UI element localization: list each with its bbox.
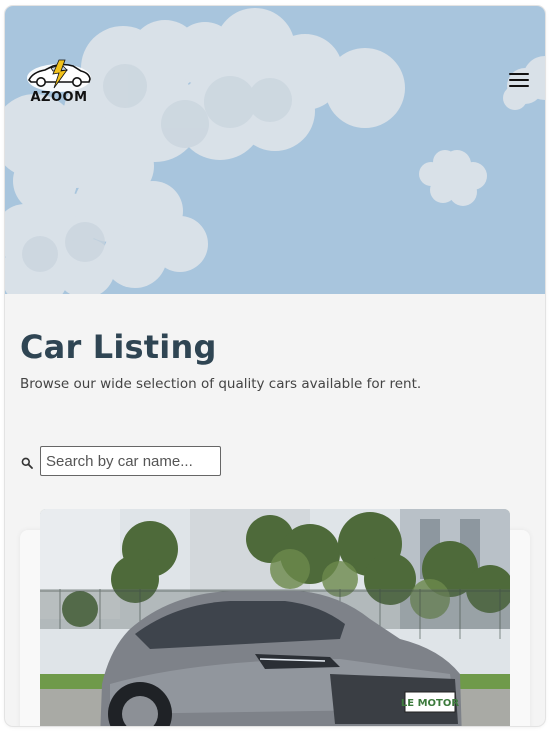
- cloud-illustration: [5, 8, 545, 294]
- app-frame: AZOOM Car Listing Browse our wide select…: [5, 6, 545, 726]
- hamburger-menu-icon: [509, 73, 529, 75]
- brand-name: AZOOM: [30, 90, 88, 105]
- page-title: Car Listing: [20, 328, 217, 366]
- main-content: Car Listing Browse our wide selection of…: [5, 294, 545, 726]
- search-icon: [21, 457, 33, 469]
- page-subtitle: Browse our wide selection of quality car…: [20, 376, 422, 392]
- car-photo-illustration: LE MOTOR: [40, 509, 510, 726]
- hamburger-menu-button[interactable]: [507, 69, 531, 89]
- search-input[interactable]: [40, 446, 221, 476]
- hero-banner: AZOOM: [5, 6, 545, 294]
- car-logo-icon: [27, 59, 91, 92]
- license-plate: LE MOTOR: [401, 698, 459, 709]
- brand-logo[interactable]: AZOOM: [23, 58, 95, 108]
- car-photo[interactable]: LE MOTOR: [40, 509, 510, 726]
